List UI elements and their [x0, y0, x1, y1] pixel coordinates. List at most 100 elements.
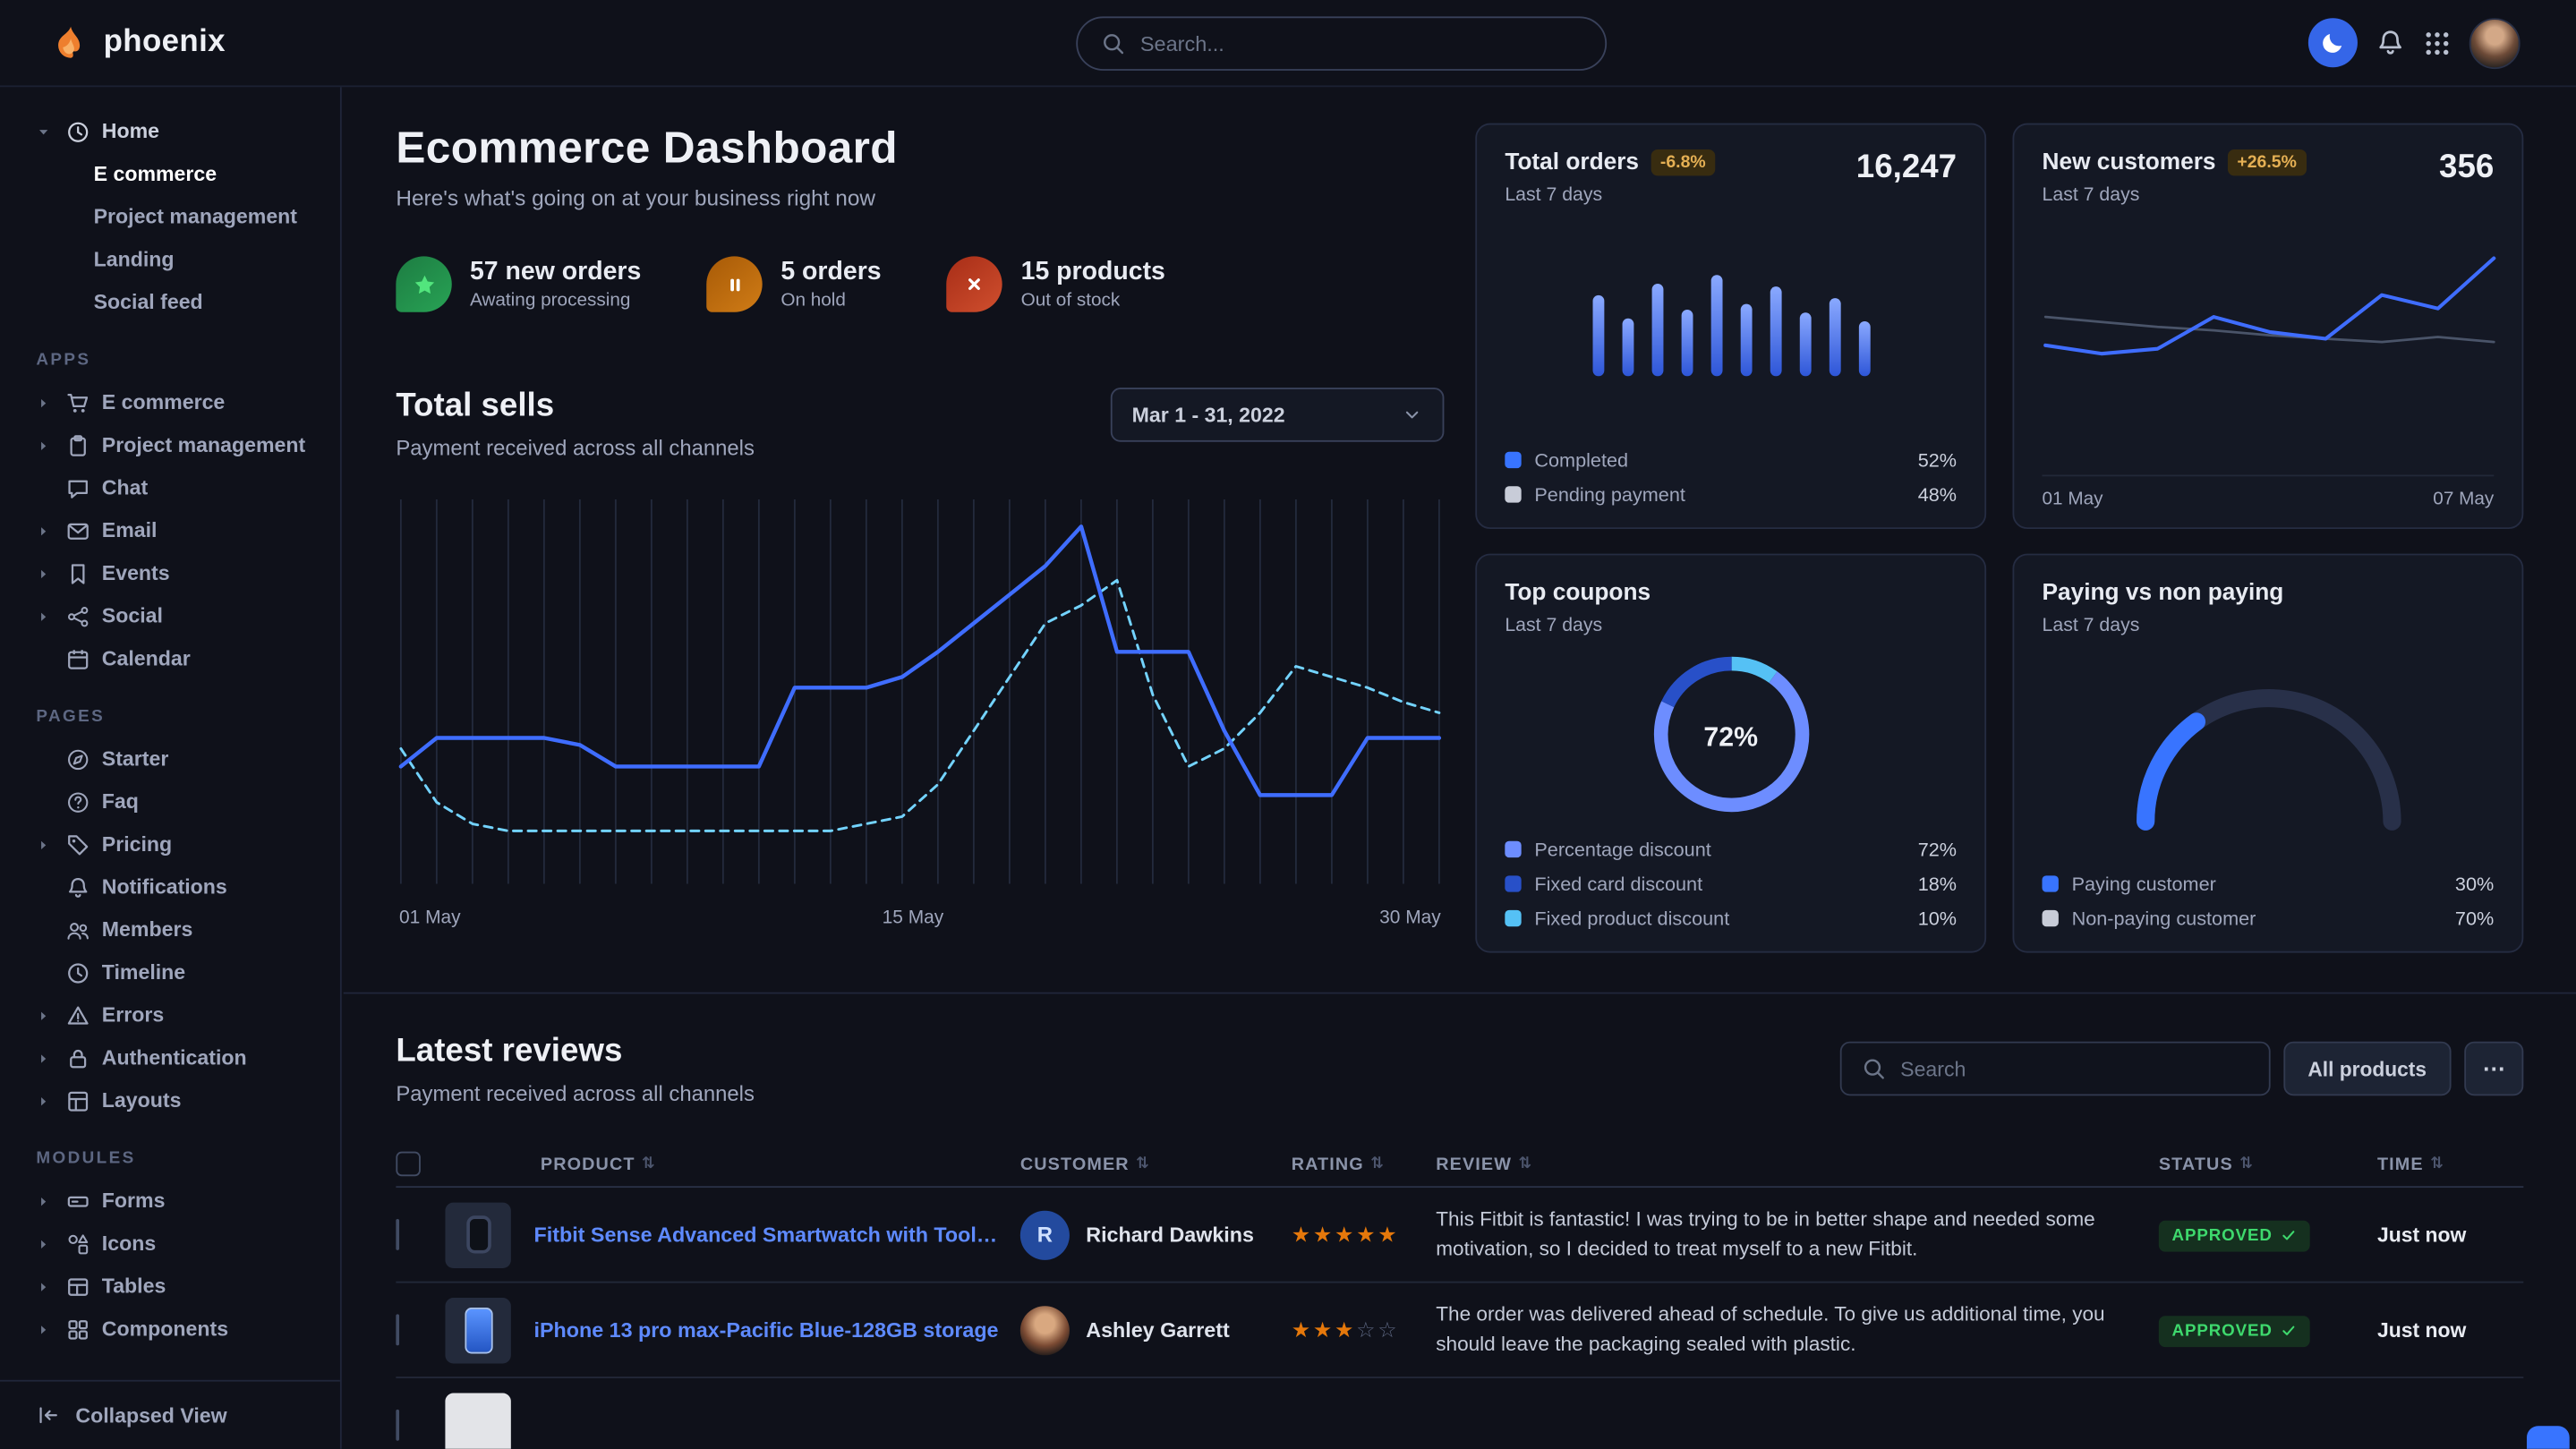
- product-thumbnail-iphone: [445, 1297, 510, 1362]
- rating-stars: ★★★★★: [1292, 1220, 1437, 1249]
- sidebar-item-project-management-dashboard[interactable]: Project management: [0, 195, 340, 238]
- page-subtitle: Here's what's going on at your business …: [396, 185, 1444, 210]
- notifications-button[interactable]: [2376, 28, 2405, 57]
- apps-grid-button[interactable]: [2423, 29, 2451, 56]
- caret-right-icon: [36, 1051, 51, 1066]
- product-link[interactable]: Fitbit Sense Advanced Smartwatch with To…: [534, 1223, 1004, 1247]
- sidebar-item-starter[interactable]: Starter: [0, 737, 340, 780]
- row-checkbox[interactable]: [396, 1409, 399, 1440]
- sidebar-item-landing[interactable]: Landing: [0, 238, 340, 281]
- sidebar-item-layouts[interactable]: Layouts: [0, 1079, 340, 1122]
- total-sells-chart: [396, 496, 1444, 891]
- caret-right-icon: [36, 1193, 51, 1208]
- cart-icon: [65, 390, 90, 415]
- collapse-sidebar-button[interactable]: Collapsed View: [0, 1380, 340, 1449]
- sort-icon[interactable]: [2239, 1155, 2254, 1172]
- caret-right-icon: [36, 1279, 51, 1294]
- legend-completed: Completed 52%: [1505, 448, 1957, 472]
- sidebar-item-members[interactable]: Members: [0, 908, 340, 951]
- legend-swatch: [1505, 486, 1521, 502]
- check-icon: [2281, 1323, 2297, 1339]
- settings-fab[interactable]: [2527, 1426, 2570, 1449]
- reviews-search[interactable]: [1839, 1042, 2270, 1096]
- sidebar-item-notifications[interactable]: Notifications: [0, 865, 340, 908]
- sidebar-item-authentication[interactable]: Authentication: [0, 1036, 340, 1079]
- sidebar-item-calendar[interactable]: Calendar: [0, 637, 340, 680]
- hero-section: Ecommerce Dashboard Here's what's going …: [344, 87, 2576, 992]
- top-navbar: phoenix: [0, 0, 2576, 87]
- total-orders-value: 16,247: [1856, 149, 1957, 187]
- grid9-icon: [2423, 29, 2451, 56]
- new-customers-title: New customers +26.5%: [2043, 149, 2307, 175]
- legend-swatch: [1505, 910, 1521, 926]
- stat-orders-on-hold: 5 orders On hold: [707, 256, 882, 311]
- collapse-icon: [36, 1403, 61, 1428]
- sidebar-item-faq[interactable]: Faq: [0, 780, 340, 823]
- sidebar-item-social-feed[interactable]: Social feed: [0, 281, 340, 324]
- sort-icon[interactable]: [642, 1155, 656, 1172]
- sidebar-item-ecommerce-app[interactable]: E commerce: [0, 381, 340, 424]
- status-badge: APPROVED: [2159, 1315, 2310, 1346]
- sidebar-section-modules: MODULES: [36, 1150, 340, 1168]
- reviews-search-input[interactable]: [1900, 1057, 2248, 1080]
- row-checkbox[interactable]: [396, 1313, 399, 1344]
- search-icon: [1861, 1056, 1886, 1081]
- global-search[interactable]: [1076, 16, 1607, 71]
- sidebar-item-tables[interactable]: Tables: [0, 1265, 340, 1308]
- date-range-select[interactable]: Mar 1 - 31, 2022: [1111, 388, 1445, 442]
- more-actions-button[interactable]: ⋯: [2464, 1042, 2523, 1096]
- select-all-checkbox[interactable]: [396, 1152, 421, 1177]
- sort-icon[interactable]: [1136, 1155, 1150, 1172]
- table-row-partial: [396, 1378, 2523, 1449]
- top-coupons-card: Top coupons Last 7 days 72% Percentage d…: [1475, 554, 1986, 953]
- sidebar-item-forms[interactable]: Forms: [0, 1180, 340, 1223]
- pause-icon: [707, 256, 763, 311]
- sort-icon[interactable]: [1370, 1155, 1385, 1172]
- sidebar-item-components[interactable]: Components: [0, 1308, 340, 1351]
- legend-fixed-product-discount: Fixed product discount 10%: [1505, 907, 1957, 930]
- customer-name: Richard Dawkins: [1086, 1223, 1254, 1247]
- reviews-table: PRODUCT CUSTOMER RATING REVIEW STATUS TI…: [396, 1142, 2523, 1449]
- new-customers-badge: +26.5%: [2227, 149, 2307, 175]
- bookmark-icon: [65, 561, 90, 586]
- tag-icon: [65, 832, 90, 857]
- phoenix-logo-icon: [49, 23, 89, 63]
- row-checkbox[interactable]: [396, 1218, 399, 1249]
- caret-right-icon: [36, 1094, 51, 1109]
- brand-logo[interactable]: phoenix: [49, 23, 226, 63]
- total-sells-title: Total sells: [396, 388, 755, 425]
- paying-title: Paying vs non paying: [2043, 580, 2495, 606]
- moon-icon: [2320, 30, 2346, 55]
- all-products-button[interactable]: All products: [2283, 1042, 2452, 1096]
- sort-icon[interactable]: [1518, 1155, 1532, 1172]
- caret-right-icon: [36, 395, 51, 410]
- calendar-icon: [65, 646, 90, 671]
- caret-right-icon: [36, 837, 51, 852]
- brand-name: phoenix: [104, 25, 226, 61]
- user-avatar[interactable]: [2469, 17, 2521, 68]
- top-coupons-title: Top coupons: [1505, 580, 1957, 606]
- new-customers-card: New customers +26.5% Last 7 days 356 01 …: [2012, 124, 2523, 529]
- sidebar-item-social[interactable]: Social: [0, 594, 340, 637]
- sidebar-item-pricing[interactable]: Pricing: [0, 823, 340, 866]
- sort-icon[interactable]: [2430, 1155, 2444, 1172]
- product-link[interactable]: iPhone 13 pro max-Pacific Blue-128GB sto…: [534, 1318, 999, 1342]
- share-icon: [65, 604, 90, 629]
- chat-icon: [65, 475, 90, 500]
- customer-name: Ashley Garrett: [1086, 1318, 1229, 1342]
- sidebar-item-home[interactable]: Home: [0, 110, 340, 153]
- components-icon: [65, 1317, 90, 1342]
- sidebar-item-chat[interactable]: Chat: [0, 466, 340, 509]
- sidebar-item-events[interactable]: Events: [0, 552, 340, 595]
- legend-percentage-discount: Percentage discount 72%: [1505, 838, 1957, 861]
- global-search-input[interactable]: [1140, 31, 1582, 56]
- sidebar-item-email[interactable]: Email: [0, 509, 340, 552]
- sidebar-item-project-management-app[interactable]: Project management: [0, 424, 340, 467]
- theme-toggle-button[interactable]: [2308, 18, 2358, 67]
- customer-avatar-initial: R: [1020, 1210, 1070, 1259]
- sidebar-item-errors[interactable]: Errors: [0, 993, 340, 1036]
- sidebar-item-icons[interactable]: Icons: [0, 1223, 340, 1266]
- bell-icon: [65, 874, 90, 899]
- sidebar-item-ecommerce-dashboard[interactable]: E commerce: [0, 153, 340, 196]
- sidebar-item-timeline[interactable]: Timeline: [0, 951, 340, 994]
